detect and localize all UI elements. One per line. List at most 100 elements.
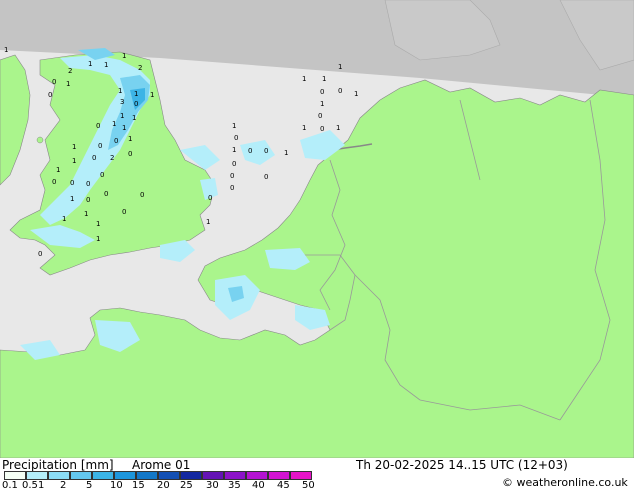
color-scale-tick-label: 0.1 <box>2 480 18 491</box>
station-value-label: 1 <box>132 114 136 122</box>
color-scale-swatch <box>180 471 202 480</box>
color-scale-tick-label: 40 <box>252 480 265 491</box>
color-scale-tick-label: 0.5 <box>22 480 38 491</box>
station-value-label: 1 <box>118 87 122 95</box>
color-scale-tick-label: 10 <box>110 480 123 491</box>
station-value-label: 2 <box>110 154 114 162</box>
station-value-label: 1 <box>112 120 116 128</box>
color-scale-swatch <box>114 471 136 480</box>
station-value-label: 1 <box>336 124 340 132</box>
legend-title: Precipitation [mm] <box>2 458 114 472</box>
color-scale-tick-label: 2 <box>60 480 67 491</box>
station-value-label: 1 <box>302 124 306 132</box>
station-value-label: 1 <box>354 90 358 98</box>
station-value-label: 0 <box>234 134 238 142</box>
color-scale-tick-label: 30 <box>206 480 219 491</box>
station-value-label: 0 <box>114 137 118 145</box>
station-value-label: 0 <box>264 173 268 181</box>
station-value-label: 0 <box>264 147 268 155</box>
station-value-label: 1 <box>72 143 76 151</box>
station-value-label: 0 <box>52 178 56 186</box>
station-value-label: 1 <box>232 122 236 130</box>
color-scale-tick-label: 5 <box>86 480 93 491</box>
station-value-label: 1 <box>284 149 288 157</box>
station-value-label: 1 <box>122 124 126 132</box>
color-scale-swatch <box>92 471 114 480</box>
color-scale-swatch <box>48 471 70 480</box>
station-value-label: 1 <box>4 46 8 54</box>
station-value-label: 0 <box>230 184 234 192</box>
legend-footer: Precipitation [mm] Arome 01 Th 20-02-202… <box>0 458 634 491</box>
credit-text: © weatheronline.co.uk <box>502 476 628 489</box>
station-value-label: 0 <box>208 194 212 202</box>
color-scale-swatch <box>246 471 268 480</box>
station-value-label: 2 <box>68 67 72 75</box>
station-value-label: 0 <box>86 196 90 204</box>
station-value-label: 0 <box>232 160 236 168</box>
station-value-label: 0 <box>320 88 324 96</box>
station-value-label: 1 <box>88 60 92 68</box>
station-value-label: 1 <box>70 195 74 203</box>
color-scale-swatch <box>224 471 246 480</box>
station-value-label: 1 <box>96 235 100 243</box>
station-value-label: 1 <box>338 63 342 71</box>
color-scale-tick-label: 1 <box>38 480 45 491</box>
station-value-label: 0 <box>128 150 132 158</box>
station-value-label: 0 <box>92 154 96 162</box>
station-value-label: 1 <box>72 157 76 165</box>
forecast-datetime: Th 20-02-2025 14..15 UTC (12+03) <box>356 458 568 472</box>
color-scale-swatch <box>26 471 48 480</box>
color-scale-swatch <box>4 471 26 480</box>
station-value-label: 2 <box>138 64 142 72</box>
station-value-label: 1 <box>128 135 132 143</box>
station-value-label: 1 <box>120 112 124 120</box>
station-value-label: 0 <box>38 250 42 258</box>
station-value-label: 1 <box>302 75 306 83</box>
model-name: Arome 01 <box>132 458 191 472</box>
color-scale-swatch <box>158 471 180 480</box>
station-value-label: 1 <box>150 91 154 99</box>
station-value-label: 0 <box>52 78 56 86</box>
station-value-label: 1 <box>66 80 70 88</box>
station-value-label: 1 <box>232 146 236 154</box>
station-value-label: 3 <box>120 98 124 106</box>
station-value-label: 1 <box>84 210 88 218</box>
station-value-label: 0 <box>248 147 252 155</box>
color-scale-tick-label: 35 <box>228 480 241 491</box>
station-value-label: 0 <box>230 172 234 180</box>
color-scale-swatch <box>268 471 290 480</box>
station-value-label: 0 <box>100 171 104 179</box>
color-scale-tick-label: 20 <box>157 480 170 491</box>
station-value-label: 0 <box>318 112 322 120</box>
station-value-label: 1 <box>56 166 60 174</box>
station-value-label: 1 <box>206 218 210 226</box>
station-value-label: 0 <box>134 100 138 108</box>
station-value-label: 1 <box>96 220 100 228</box>
station-value-label: 1 <box>322 75 326 83</box>
station-value-label: 1 <box>320 100 324 108</box>
station-value-label: 1 <box>122 52 126 60</box>
color-scale-tick-label: 45 <box>277 480 290 491</box>
station-value-label: 0 <box>104 190 108 198</box>
station-value-label: 0 <box>48 91 52 99</box>
precipitation-map: 121 1120 10 1 131011110010 11 2 00100 0001 011110… <box>0 0 634 458</box>
color-scale-tick-label: 15 <box>132 480 145 491</box>
station-value-label: 1 <box>134 90 138 98</box>
station-value-label: 0 <box>140 191 144 199</box>
color-scale-swatch <box>136 471 158 480</box>
color-scale-tick-label: 50 <box>302 480 315 491</box>
station-value-label: 0 <box>98 142 102 150</box>
color-scale-swatch <box>290 471 312 480</box>
station-value-label: 0 <box>86 180 90 188</box>
station-value-label: 0 <box>96 122 100 130</box>
color-scale-tick-label: 25 <box>180 480 193 491</box>
isle-of-man <box>36 136 44 144</box>
station-value-label: 0 <box>338 87 342 95</box>
station-value-label: 0 <box>122 208 126 216</box>
color-scale-swatch <box>202 471 224 480</box>
station-value-label: 1 <box>62 215 66 223</box>
station-value-label: 0 <box>70 179 74 187</box>
station-value-label: 1 <box>104 61 108 69</box>
station-value-label: 0 <box>320 125 324 133</box>
color-scale-swatch <box>70 471 92 480</box>
